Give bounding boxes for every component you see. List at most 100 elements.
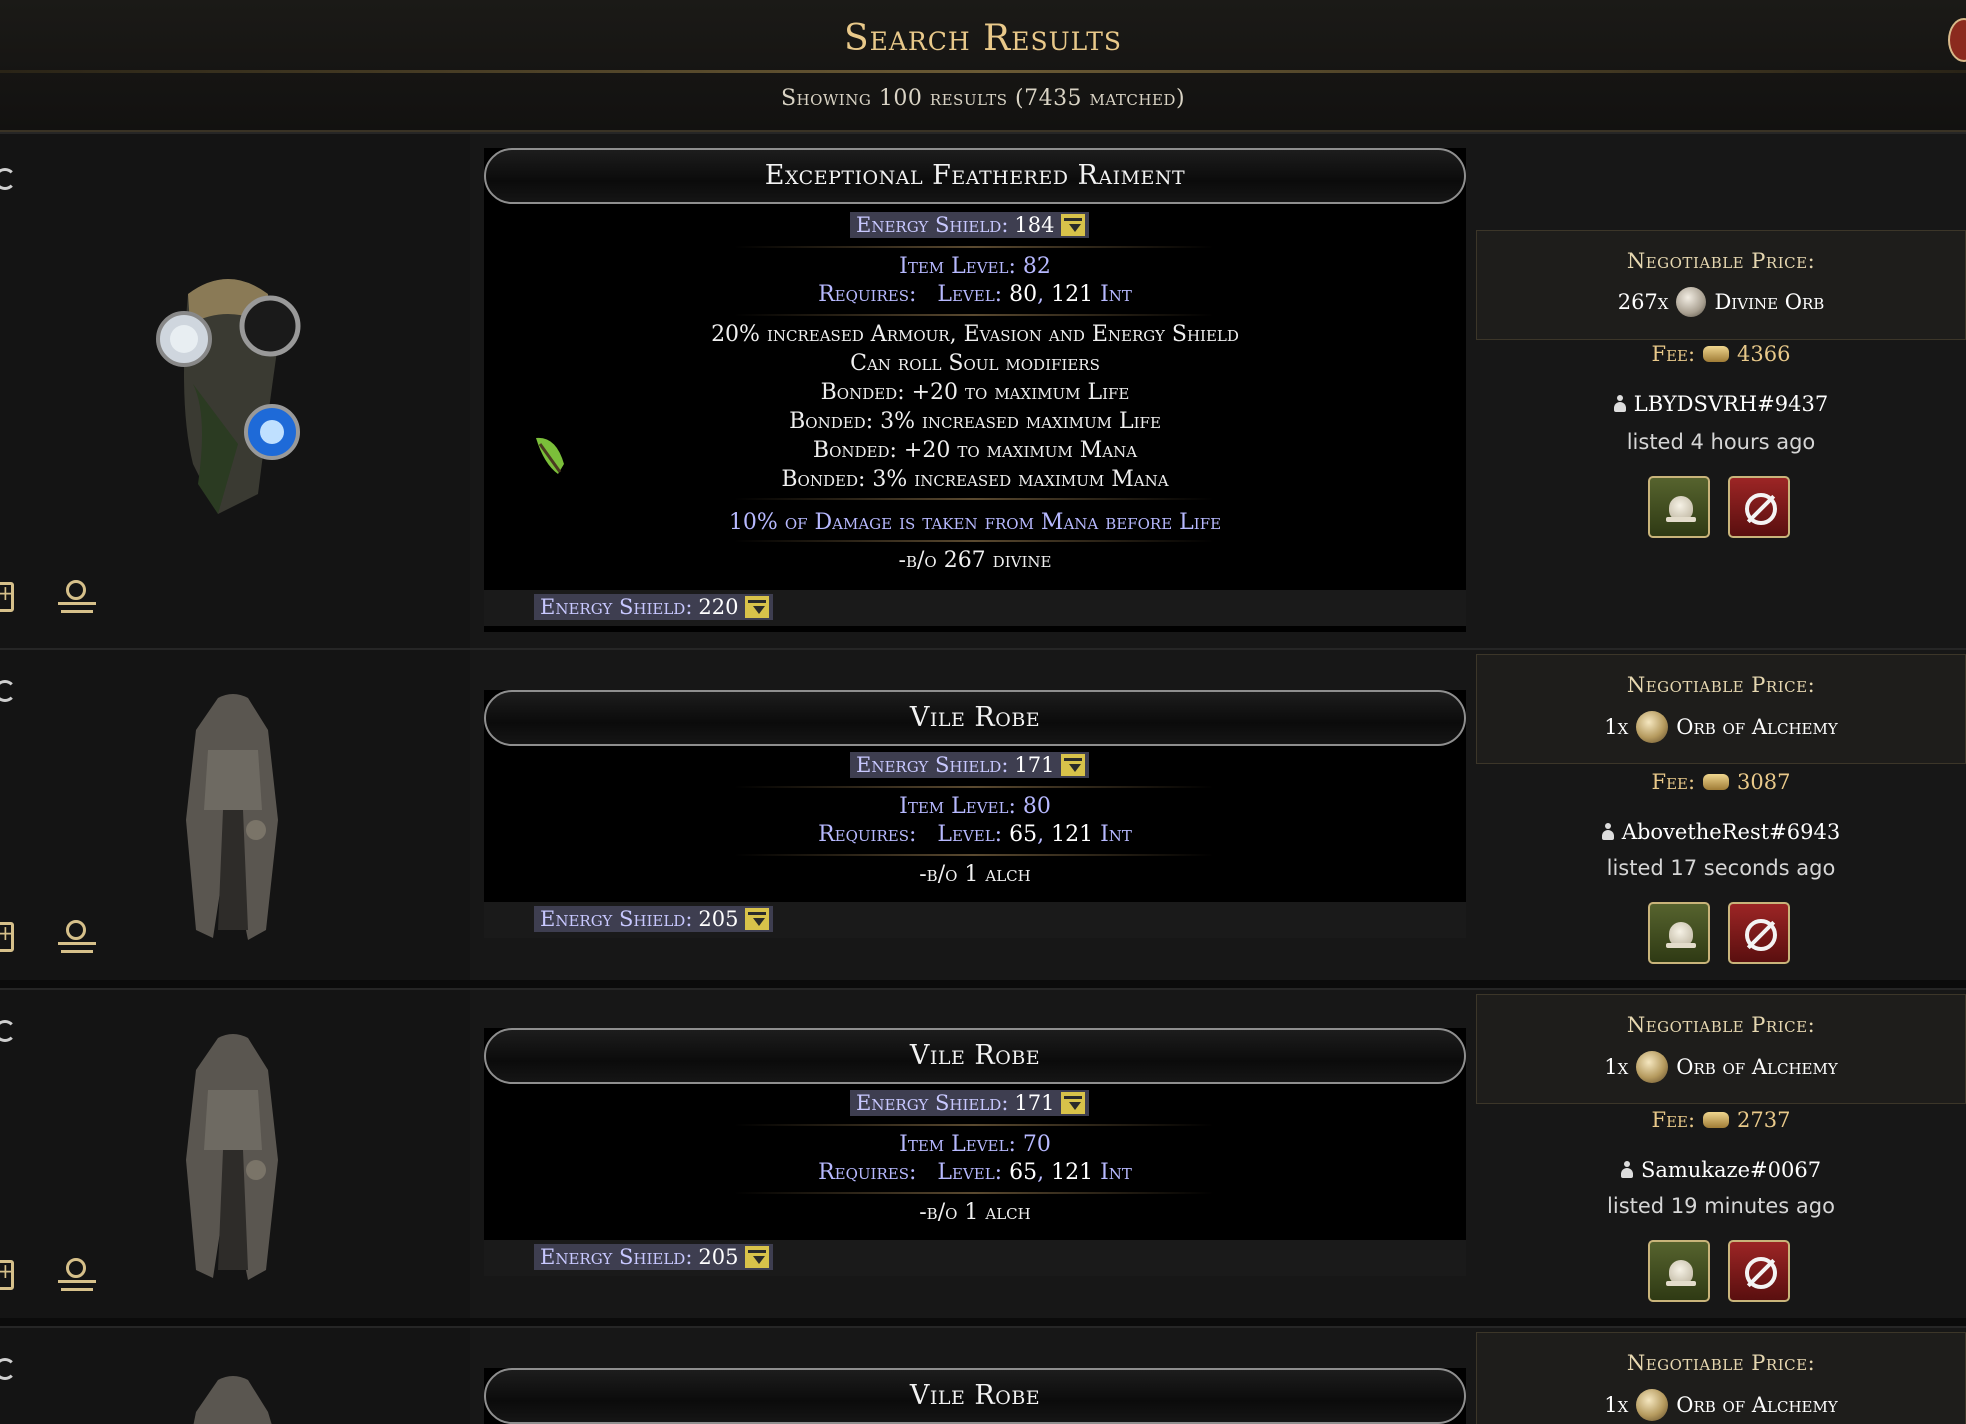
result-row-4: Vile Robe Negotiable Price: 1x Orb of Al… <box>0 1326 1966 1424</box>
item-name: Vile Robe <box>909 702 1041 733</box>
results-header: Search Results Showing 100 results (7435… <box>0 0 1966 132</box>
stat-filter-icon <box>744 1246 769 1268</box>
energy-shield-stat: Energy Shield: 184 <box>850 212 1089 238</box>
mod-line-extra: 10% of Damage is taken from Mana before … <box>728 510 1222 535</box>
price-box: Negotiable Price: 1x Orb of Alchemy <box>1476 654 1966 764</box>
price-box: Negotiable Price: 1x Orb of Alchemy <box>1476 994 1966 1104</box>
seller-name[interactable]: LBYDSVRH#9437 <box>1476 392 1966 416</box>
item-image-panel <box>0 650 470 980</box>
mod-line: Bonded: 3% increased maximum Life <box>789 409 1161 434</box>
item-name-bar: Exceptional Feathered Raiment <box>484 148 1466 204</box>
mod-line: 20% increased Armour, Evasion and Energy… <box>711 322 1239 347</box>
result-row-3: Vile Robe Energy Shield:171 Item Level: … <box>0 988 1966 1318</box>
block-seller-button[interactable] <box>1728 476 1790 538</box>
result-row-1: Exceptional Feathered Raiment Energy Shi… <box>0 132 1966 648</box>
price-value: 1x Orb of Alchemy <box>1477 711 1965 743</box>
item-name: Exceptional Feathered Raiment <box>764 160 1186 191</box>
listed-time: listed 4 hours ago <box>1626 430 1816 454</box>
block-seller-button[interactable] <box>1728 902 1790 964</box>
refresh-icon[interactable] <box>0 1358 16 1380</box>
item-level: Item Level: 82 <box>899 254 1051 279</box>
buy-button[interactable] <box>1648 1240 1710 1302</box>
price-value: 1x Orb of Alchemy <box>1477 1389 1965 1421</box>
price-value: 1x Orb of Alchemy <box>1477 1051 1965 1083</box>
user-icon <box>1613 395 1626 413</box>
item-tooltip: Vile Robe Energy Shield: 171 Item Level: … <box>484 690 1466 938</box>
requirements: Requires: Level: 65, 121 Int <box>818 1160 1132 1185</box>
item-name: Vile Robe <box>909 1380 1041 1411</box>
fee: Fee: 3087 <box>1651 770 1791 794</box>
mod-line: Bonded: 3% increased maximum Mana <box>781 467 1169 492</box>
feather-icon <box>536 437 564 474</box>
mod-line: Can roll Soul modifiers <box>850 351 1100 376</box>
stat-filter-icon <box>1060 214 1085 236</box>
buy-button[interactable] <box>1648 476 1710 538</box>
price-label: Negotiable Price: <box>1626 249 1816 273</box>
refresh-icon[interactable] <box>0 680 16 702</box>
item-note: -b/o 1 alch <box>919 862 1031 887</box>
price-value: 267x Divine Orb <box>1477 287 1965 317</box>
refresh-icon[interactable] <box>0 1020 16 1042</box>
tooltip-footer: Energy Shield: 205 <box>484 1240 1466 1276</box>
item-tooltip: Exceptional Feathered Raiment Energy Shi… <box>484 148 1466 632</box>
user-icon <box>1601 823 1614 841</box>
mod-line: Bonded: +20 to maximum Life <box>820 380 1130 405</box>
whisper-search-icon[interactable] <box>58 920 96 956</box>
footer-energy-shield: Energy Shield: 205 <box>534 1244 773 1270</box>
item-image <box>156 279 301 514</box>
item-image <box>186 1034 278 1280</box>
gold-coin-icon <box>1703 346 1730 362</box>
result-row-2: Vile Robe Energy Shield:171 Item Level: … <box>0 648 1966 980</box>
divine-orb-icon <box>1676 287 1707 317</box>
item-image-panel <box>0 990 470 1318</box>
gold-coin-icon <box>1703 1112 1730 1128</box>
requirements: Requires: Level: 65, 121 Int <box>818 822 1132 847</box>
fee: Fee: 4366 <box>1651 342 1791 366</box>
seller-name[interactable]: AbovetheRest#6943 <box>1476 820 1966 844</box>
price-label: Negotiable Price: <box>1626 673 1816 697</box>
item-tooltip: Vile Robe Energy Shield: 171 Item Level: … <box>484 1028 1466 1276</box>
user-icon <box>1620 1161 1633 1179</box>
item-image <box>193 1376 272 1424</box>
item-image-panel <box>0 134 470 648</box>
footer-energy-shield: Energy Shield: 220 <box>534 594 773 620</box>
seller-name[interactable]: Samukaze#0067 <box>1476 1158 1966 1182</box>
add-compare-icon[interactable] <box>0 1259 14 1290</box>
results-count: Showing 100 results (7435 matched) <box>780 86 1186 111</box>
whisper-search-icon[interactable] <box>58 580 96 616</box>
buy-button[interactable] <box>1648 902 1710 964</box>
item-image <box>186 694 278 940</box>
tooltip-footer: Energy Shield: 205 <box>484 902 1466 938</box>
orb-of-alchemy-icon <box>1636 1051 1669 1083</box>
mod-line: Bonded: +20 to maximum Mana <box>812 438 1138 463</box>
whisper-search-icon[interactable] <box>58 1258 96 1294</box>
stat-filter-icon <box>744 596 769 618</box>
item-image-panel <box>0 1328 470 1424</box>
item-name: Vile Robe <box>909 1040 1041 1071</box>
listed-time: listed 17 seconds ago <box>1606 856 1836 880</box>
stat-filter-icon <box>1060 754 1085 776</box>
item-note: -b/o 267 divine <box>898 548 1052 573</box>
price-label: Negotiable Price: <box>1626 1013 1816 1037</box>
orb-of-alchemy-icon <box>1636 711 1669 743</box>
listed-time: listed 19 minutes ago <box>1607 1194 1835 1218</box>
block-seller-button[interactable] <box>1728 1240 1790 1302</box>
item-name-bar: Vile Robe <box>484 690 1466 746</box>
tooltip-footer: Energy Shield: 220 <box>484 590 1466 626</box>
add-compare-icon[interactable] <box>0 921 14 952</box>
item-name-bar: Vile Robe <box>484 1028 1466 1084</box>
add-compare-icon[interactable] <box>0 581 14 612</box>
refresh-icon[interactable] <box>0 168 16 190</box>
item-name-bar: Vile Robe <box>484 1368 1466 1424</box>
fee: Fee: 2737 <box>1651 1108 1791 1132</box>
orb-of-alchemy-icon <box>1636 1389 1669 1421</box>
stat-filter-icon <box>1060 1092 1085 1114</box>
price-label: Negotiable Price: <box>1626 1351 1816 1375</box>
energy-shield-stat: Energy Shield: 171 <box>850 752 1089 778</box>
item-level: Item Level: 80 <box>899 794 1051 819</box>
page-title: Search Results <box>843 18 1123 59</box>
item-level: Item Level: 70 <box>899 1132 1051 1157</box>
price-box: Negotiable Price: 267x Divine Orb <box>1476 230 1966 340</box>
item-tooltip: Vile Robe <box>484 1368 1466 1424</box>
price-box: Negotiable Price: 1x Orb of Alchemy <box>1476 1332 1966 1424</box>
